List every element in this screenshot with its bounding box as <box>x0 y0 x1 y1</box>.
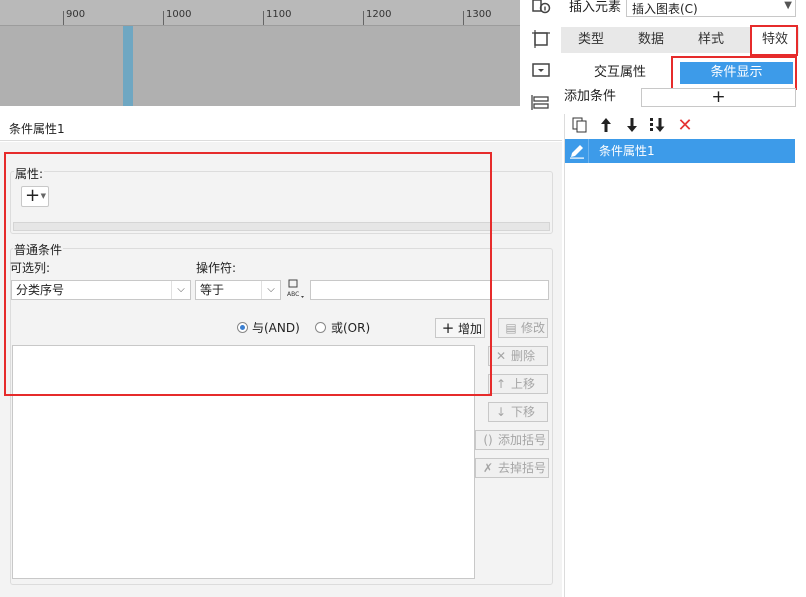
condition-list-item[interactable]: 条件属性1 <box>565 139 795 163</box>
frame-select-icon[interactable] <box>531 29 551 49</box>
modify-button-label: 修改 <box>521 321 546 335</box>
chevron-down-icon: ▼ <box>784 0 792 11</box>
ruler-tick <box>63 11 64 25</box>
subtab-interaction[interactable]: 交互属性 <box>565 62 675 84</box>
condition-item-label: 条件属性1 <box>599 144 655 158</box>
insert-chart-value: 插入图表(C) <box>632 2 698 16</box>
remove-bracket-button[interactable]: ✗ 去掉括号 <box>475 458 549 478</box>
delete-icon[interactable]: ✕ <box>676 117 694 135</box>
copy-icon[interactable] <box>571 117 589 135</box>
widget-info-icon[interactable] <box>531 0 551 20</box>
subtab-highlight-box <box>671 56 797 90</box>
delete-button[interactable]: ✕ 删除 <box>488 346 548 366</box>
insert-chart-select[interactable]: 插入图表(C) ▼ <box>626 0 796 17</box>
move-up-button[interactable]: ↑ 上移 <box>488 374 548 394</box>
dropdown-widget-icon[interactable] <box>531 60 551 80</box>
remove-bracket-button-label: 去掉括号 <box>498 461 547 475</box>
condition-list-pane: ✕ <box>564 114 806 597</box>
add-bracket-button[interactable]: () 添加括号 <box>475 430 549 450</box>
move-down-button[interactable]: ↓ 下移 <box>488 402 548 422</box>
delete-button-label: 删除 <box>511 349 536 363</box>
canvas-selection-guide[interactable] <box>123 26 133 106</box>
add-bracket-button-label: 添加括号 <box>498 433 547 447</box>
tab-effects-highlight-box <box>750 25 798 56</box>
ruler-label: 1100 <box>266 9 292 20</box>
ruler-label: 1300 <box>466 9 492 20</box>
modify-button[interactable]: ▤ 修改 <box>498 318 548 338</box>
ruler-label: 1000 <box>166 9 192 20</box>
delete-x-icon: ✕ <box>495 349 507 363</box>
arrow-down-icon: ↓ <box>495 405 507 419</box>
condition-editor-title: 条件属性1 <box>0 117 562 141</box>
tab-data[interactable]: 数据 <box>621 27 681 53</box>
ruler-tick <box>463 11 464 25</box>
tab-style[interactable]: 样式 <box>681 27 741 53</box>
tab-type[interactable]: 类型 <box>561 27 621 53</box>
ruler-tick <box>263 11 264 25</box>
modify-icon: ▤ <box>505 321 517 335</box>
move-down-icon[interactable] <box>623 117 641 135</box>
move-bottom-icon[interactable] <box>649 117 667 135</box>
design-canvas[interactable] <box>0 26 520 106</box>
add-condition-button[interactable]: + <box>641 88 796 107</box>
layer-align-icon[interactable] <box>531 92 551 112</box>
horizontal-ruler: 900 1000 1100 1200 1300 <box>0 0 520 26</box>
bracket-icon: () <box>483 433 493 447</box>
ruler-tick <box>163 11 164 25</box>
add-condition-label: 添加条件 <box>564 89 617 104</box>
ruler-tick <box>363 11 364 25</box>
edit-pencil-icon[interactable] <box>565 139 589 163</box>
move-down-button-label: 下移 <box>511 405 536 419</box>
insert-element-label: 插入元素 <box>569 0 622 15</box>
remove-bracket-icon: ✗ <box>482 461 494 475</box>
ruler-label: 900 <box>66 9 86 20</box>
arrow-up-icon: ↑ <box>495 377 507 391</box>
move-up-icon[interactable] <box>597 117 615 135</box>
move-up-button-label: 上移 <box>511 377 536 391</box>
ruler-label: 1200 <box>366 9 392 20</box>
editor-highlight-box <box>4 152 492 396</box>
